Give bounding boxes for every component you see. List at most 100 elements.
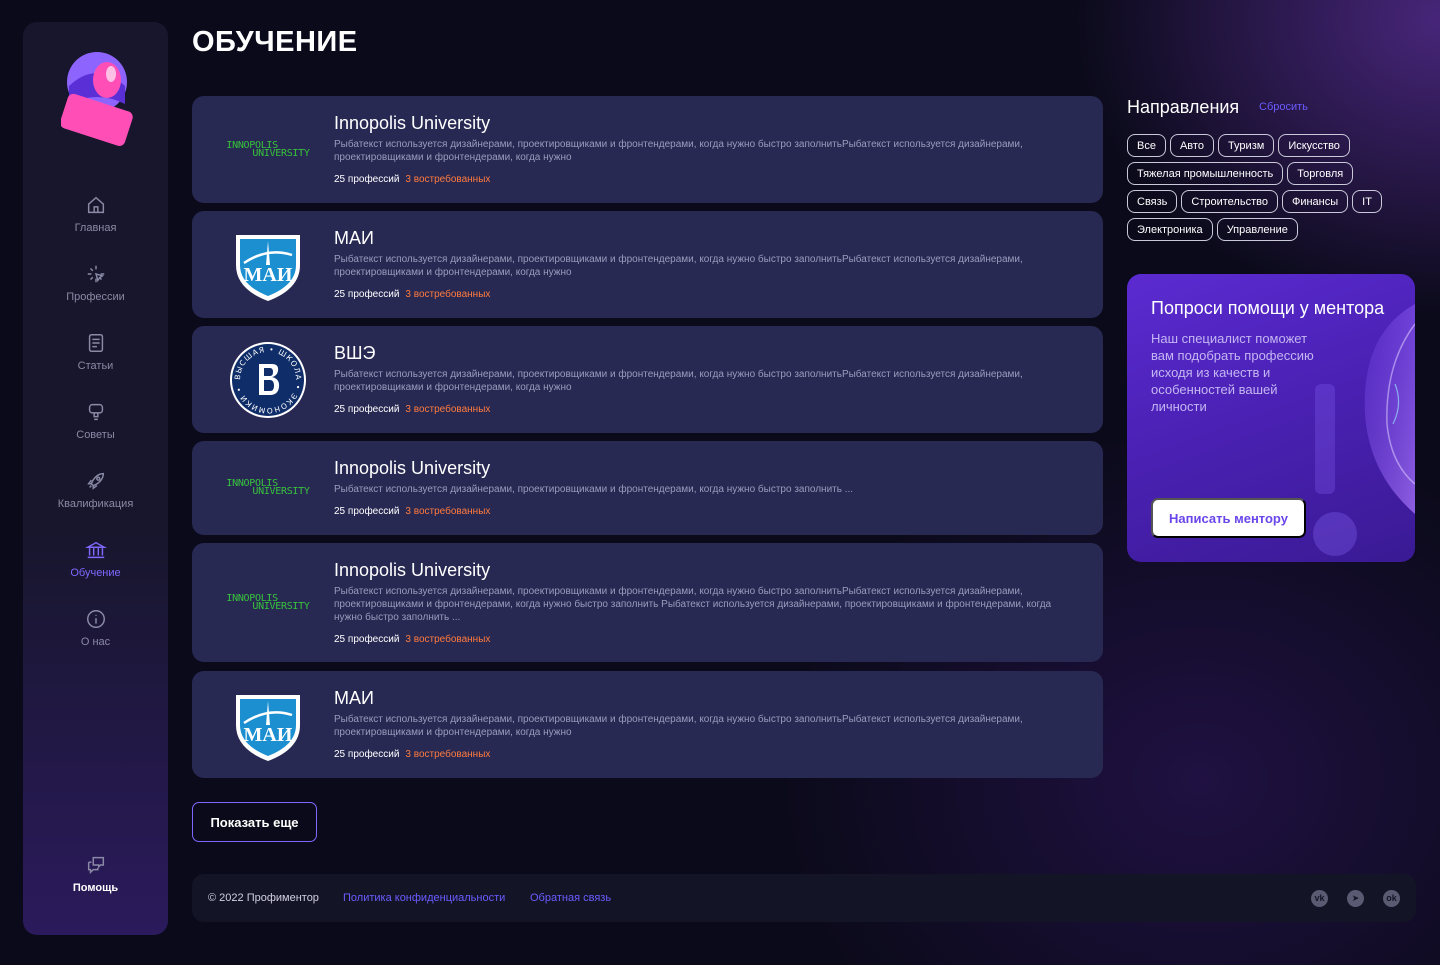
university-meta: 25 профессий 3 востребованных [334,404,490,415]
university-meta: 25 профессий 3 востребованных [334,749,490,760]
hse-logo: ВЫСШАЯ • ШКОЛА • ЭКОНОМИКИ • [212,326,324,433]
mai-logo-text: МАИ [244,264,293,286]
home-icon [87,196,104,214]
university-card[interactable]: INNOPOLIS UNIVERSITY Innopolis University… [192,96,1103,203]
nav-education[interactable]: Обучение [23,539,168,579]
university-card[interactable]: ВЫСШАЯ • ШКОЛА • ЭКОНОМИКИ • ВШЭ Рыбатек… [192,326,1103,433]
university-card[interactable]: МАИ МАИ Рыбатекст используется дизайнера… [192,671,1103,778]
lightbulb-icon [88,403,103,421]
write-mentor-button[interactable]: Написать ментору [1151,498,1306,538]
professions-count: 25 профессий [334,749,400,760]
mai-logo: МАИ [212,211,324,318]
university-description: Рыбатекст используется дизайнерами, прое… [334,484,854,495]
info-icon [86,610,105,628]
professions-count: 25 профессий [334,289,400,300]
mentor-promo-card: Попроси помощи у ментора Наш специалист … [1127,274,1415,562]
tag-art[interactable]: Искусство [1278,134,1350,157]
rocket-icon [86,472,104,490]
nav-home-label: Главная [74,222,117,234]
university-description: Рыбатекст используется дизайнерами, прое… [334,714,1023,738]
university-name[interactable]: ВШЭ [334,343,375,364]
footer: © 2022 Профиментор Политика конфиденциал… [192,874,1416,922]
vk-icon[interactable]: vk [1311,890,1328,907]
tag-heavy-industry[interactable]: Тяжелая промышленность [1127,162,1284,185]
university-icon [84,541,107,559]
tag-electronics[interactable]: Электроника [1127,218,1213,241]
nav-articles[interactable]: Статьи [23,332,168,372]
innopolis-logo: INNOPOLIS UNIVERSITY [212,96,324,203]
chat-bubbles-icon [87,856,104,875]
university-name[interactable]: МАИ [334,228,374,249]
reset-filters-link[interactable]: Сбросить [1259,101,1308,113]
directions-title: Направления [1127,97,1240,117]
university-description: Рыбатекст используется дизайнерами, прое… [334,586,1052,623]
nav-professions[interactable]: Профессии [23,263,168,303]
tag-finance[interactable]: Финансы [1281,190,1349,213]
nav-articles-label: Статьи [77,360,114,372]
profimentor-logo[interactable] [60,46,133,146]
university-meta: 25 профессий 3 востребованных [334,506,490,517]
in-demand-count[interactable]: 3 востребованных [405,506,490,517]
professions-count: 25 профессий [334,404,400,415]
show-more-button[interactable]: Показать еще [192,802,317,842]
university-meta: 25 профессий 3 востребованных [334,634,490,645]
sidebar: Главная Профессии Статьи Советы Квалифик… [23,22,168,935]
mentor-title: Попроси помощи у ментора [1151,298,1385,318]
tag-tourism[interactable]: Туризм [1217,134,1275,157]
professions-count: 25 профессий [334,506,400,517]
university-description: Рыбатекст используется дизайнерами, прое… [334,254,1023,278]
nav-about[interactable]: О нас [23,608,168,648]
page-title: ОБУЧЕНИЕ [192,26,358,58]
innopolis-logo: INNOPOLIS UNIVERSITY [212,441,324,535]
feedback-link[interactable]: Обратная связь [530,892,611,904]
innopolis-logo-line2: UNIVERSITY [252,486,310,497]
university-card[interactable]: INNOPOLIS UNIVERSITY Innopolis University… [192,441,1103,535]
university-description: Рыбатекст используется дизайнерами, прое… [334,369,1023,393]
nav-education-label: Обучение [70,567,121,579]
direction-tags: Все Авто Туризм Искусство Тяжелая промыш… [1127,134,1397,241]
privacy-policy-link[interactable]: Политика конфиденциальности [343,892,505,904]
article-icon [88,334,103,352]
university-name[interactable]: Innopolis University [334,560,490,581]
tag-auto[interactable]: Авто [1169,134,1214,157]
sparkle-cursor-icon [87,265,104,283]
nav-qualification-label: Квалификация [57,498,134,510]
telegram-icon[interactable]: ➤ [1347,890,1364,907]
nav-qualification[interactable]: Квалификация [23,470,168,510]
professions-count: 25 профессий [334,174,400,185]
tag-management[interactable]: Управление [1216,218,1298,241]
odnoklassniki-icon[interactable]: ok [1383,890,1400,907]
in-demand-count[interactable]: 3 востребованных [405,404,490,415]
in-demand-count[interactable]: 3 востребованных [405,174,490,185]
nav-home[interactable]: Главная [23,194,168,234]
in-demand-count[interactable]: 3 востребованных [405,289,490,300]
nav-help-label: Помощь [72,882,119,894]
nav-professions-label: Профессии [66,291,125,303]
innopolis-logo: INNOPOLIS UNIVERSITY [212,543,324,662]
in-demand-count[interactable]: 3 востребованных [405,634,490,645]
copyright: © 2022 Профиментор [208,892,319,904]
university-description: Рыбатекст используется дизайнерами, прое… [334,139,1023,163]
university-meta: 25 профессий 3 востребованных [334,174,490,185]
tag-trade[interactable]: Торговля [1287,162,1354,185]
university-name[interactable]: Innopolis University [334,458,490,479]
professions-count: 25 профессий [334,634,400,645]
university-name[interactable]: МАИ [334,688,374,709]
nav-tips[interactable]: Советы [23,401,168,441]
university-card[interactable]: МАИ МАИ Рыбатекст используется дизайнера… [192,211,1103,318]
university-meta: 25 профессий 3 востребованных [334,289,490,300]
in-demand-count[interactable]: 3 востребованных [405,749,490,760]
university-card[interactable]: INNOPOLIS UNIVERSITY Innopolis University… [192,543,1103,662]
tag-it[interactable]: IT [1352,190,1382,213]
tag-all[interactable]: Все [1127,134,1166,157]
nav-tips-label: Советы [76,429,115,441]
mai-logo: МАИ [212,671,324,778]
tag-communication[interactable]: Связь [1127,190,1178,213]
innopolis-logo-line2: UNIVERSITY [252,147,310,159]
university-name[interactable]: Innopolis University [334,113,490,134]
tag-construction[interactable]: Строительство [1181,190,1278,213]
innopolis-logo-line2: UNIVERSITY [252,600,310,612]
nav-help[interactable]: Помощь [23,854,168,894]
nav-about-label: О нас [80,636,111,648]
mai-logo-text: МАИ [244,724,293,746]
